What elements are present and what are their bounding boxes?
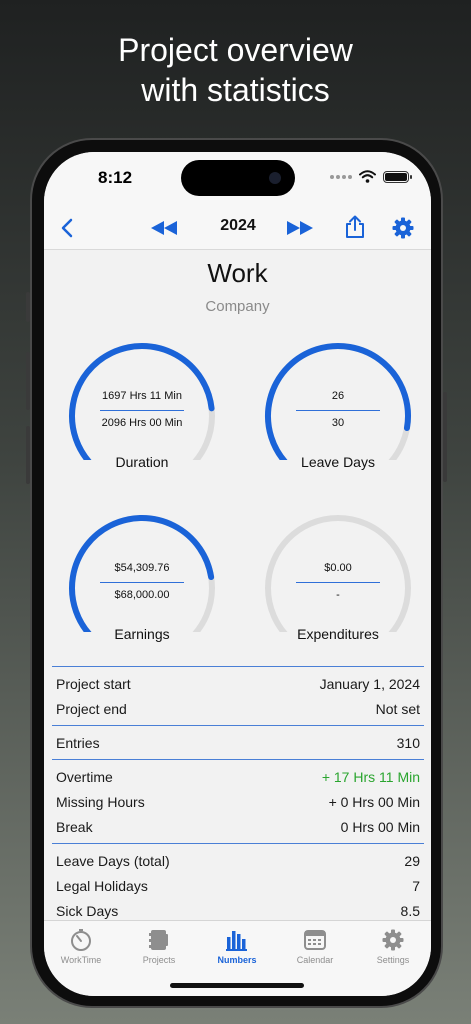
status-time: 8:12 [98, 168, 133, 187]
mute-switch [26, 292, 30, 322]
stat-value: + 0 Hrs 00 Min [328, 793, 420, 810]
stats-group-project-period: Project start January 1, 2024 Project en… [52, 667, 424, 725]
gauge-divider [296, 410, 380, 411]
stat-label: Legal Holidays [56, 877, 148, 894]
power-button [443, 392, 447, 482]
share-button[interactable] [340, 211, 370, 243]
gauge-label: Expenditures [297, 626, 379, 642]
stat-row-leave-days-total: Leave Days (total) 29 [52, 848, 424, 873]
camera-icon [269, 172, 281, 184]
stats-group-hours: Overtime + 17 Hrs 11 Min Missing Hours +… [52, 760, 424, 843]
stat-label: Leave Days (total) [56, 852, 170, 869]
gauge-target-value: - [336, 589, 340, 601]
stat-value: 8.5 [400, 902, 420, 919]
stat-label: Sick Days [56, 902, 119, 919]
gauge-actual-value: 26 [331, 390, 345, 402]
stat-row-project-end: Project end Not set [52, 696, 424, 721]
gauge-actual-value: $0.00 [324, 562, 352, 574]
tab-numbers[interactable]: Numbers [200, 927, 274, 965]
chevron-left-icon [61, 218, 73, 238]
tab-projects[interactable]: Projects [122, 927, 196, 965]
gauge-actual-value: 1697 Hrs 11 Min [102, 390, 182, 402]
tab-worktime[interactable]: WorkTime [44, 927, 118, 965]
stat-value: January 1, 2024 [319, 675, 420, 692]
gauge-label: Earnings [114, 626, 170, 642]
stats-list: Project start January 1, 2024 Project en… [52, 666, 424, 927]
tab-calendar[interactable]: Calendar [278, 927, 352, 965]
volume-down-button [26, 426, 30, 484]
gauge-earnings: $54,309.76 $68,000.00 Earnings [62, 512, 222, 652]
wifi-icon [359, 170, 376, 183]
gauge-duration: 1697 Hrs 11 Min 2096 Hrs 00 Min Duration [62, 340, 222, 480]
app-screen: 8:12 2024 Work Company 1697 Hrs 11 Min 2… [44, 152, 431, 996]
tab-bar: WorkTime Projects Numbers Calendar Setti… [44, 920, 431, 996]
stat-row-legal-holidays: Legal Holidays 7 [52, 873, 424, 898]
stat-label: Project end [56, 700, 127, 717]
gauge-target-value: 2096 Hrs 00 Min [101, 417, 183, 429]
gauge-label: Leave Days [301, 454, 375, 470]
stat-row-break: Break 0 Hrs 00 Min [52, 814, 424, 839]
tab-settings[interactable]: Settings [356, 927, 430, 965]
nav-bar: 2024 [44, 206, 431, 250]
stat-value: 7 [412, 877, 420, 894]
settings-button[interactable] [388, 213, 418, 243]
signal-icon [330, 174, 352, 179]
project-subtitle: Company [205, 298, 270, 315]
calendar-icon [304, 930, 326, 950]
stat-value: 0 Hrs 00 Min [340, 818, 420, 835]
status-bar: 8:12 [44, 152, 431, 206]
folder-icon [149, 930, 168, 950]
gauge-divider [296, 582, 380, 583]
gauge-expenditures: $0.00 - Expenditures [258, 512, 418, 652]
tab-label: Calendar [296, 955, 334, 965]
gauge-actual-value: $54,309.76 [114, 562, 170, 574]
stat-row-overtime: Overtime + 17 Hrs 11 Min [52, 764, 424, 789]
battery-icon [383, 170, 412, 183]
tab-label: Numbers [217, 955, 257, 965]
stat-value: Not set [375, 700, 420, 717]
rewind-icon [151, 221, 177, 235]
previous-year-button[interactable] [148, 213, 180, 243]
gauge-divider [100, 410, 184, 411]
stat-row-missing-hours: Missing Hours + 0 Hrs 00 Min [52, 789, 424, 814]
stat-label: Overtime [56, 768, 113, 785]
gauge-label: Duration [115, 454, 169, 470]
stats-group-days: Leave Days (total) 29 Legal Holidays 7 S… [52, 844, 424, 927]
next-year-button[interactable] [284, 213, 316, 243]
dynamic-island [181, 160, 295, 196]
stat-value: 29 [404, 852, 420, 869]
year-title: 2024 [220, 217, 256, 234]
stat-label: Entries [56, 734, 100, 751]
stat-label: Project start [56, 675, 131, 692]
stat-value: + 17 Hrs 11 Min [321, 768, 420, 785]
stat-value: 310 [396, 734, 420, 751]
phone-frame: 8:12 2024 Work Company 1697 Hrs 11 Min 2… [26, 138, 447, 1008]
back-button[interactable] [52, 213, 82, 243]
status-icons [330, 170, 412, 183]
promo-headline: Project overview with statistics [0, 30, 471, 110]
gauge-divider [100, 582, 184, 583]
gear-icon [392, 217, 414, 239]
tab-label: WorkTime [60, 955, 102, 965]
volume-up-button [26, 352, 30, 410]
gauge-target-value: 30 [331, 417, 345, 429]
share-icon [346, 215, 364, 238]
fast-forward-icon [287, 221, 313, 235]
promo-headline-line1: Project overview [118, 32, 353, 68]
timer-icon [71, 929, 91, 951]
gauge-target-value: $68,000.00 [114, 589, 170, 601]
gear-icon [382, 929, 404, 951]
bar-chart-icon [226, 931, 247, 951]
home-indicator [170, 983, 304, 988]
stat-label: Missing Hours [56, 793, 145, 810]
promo-headline-line2: with statistics [141, 72, 330, 108]
stats-group-entries: Entries 310 [52, 726, 424, 759]
stat-label: Break [56, 818, 93, 835]
tab-label: Settings [376, 955, 410, 965]
stat-row-entries: Entries 310 [52, 730, 424, 755]
project-title: Work [207, 258, 268, 288]
tab-label: Projects [142, 955, 176, 965]
gauge-leave-days: 26 30 Leave Days [258, 340, 418, 480]
stat-row-project-start: Project start January 1, 2024 [52, 671, 424, 696]
